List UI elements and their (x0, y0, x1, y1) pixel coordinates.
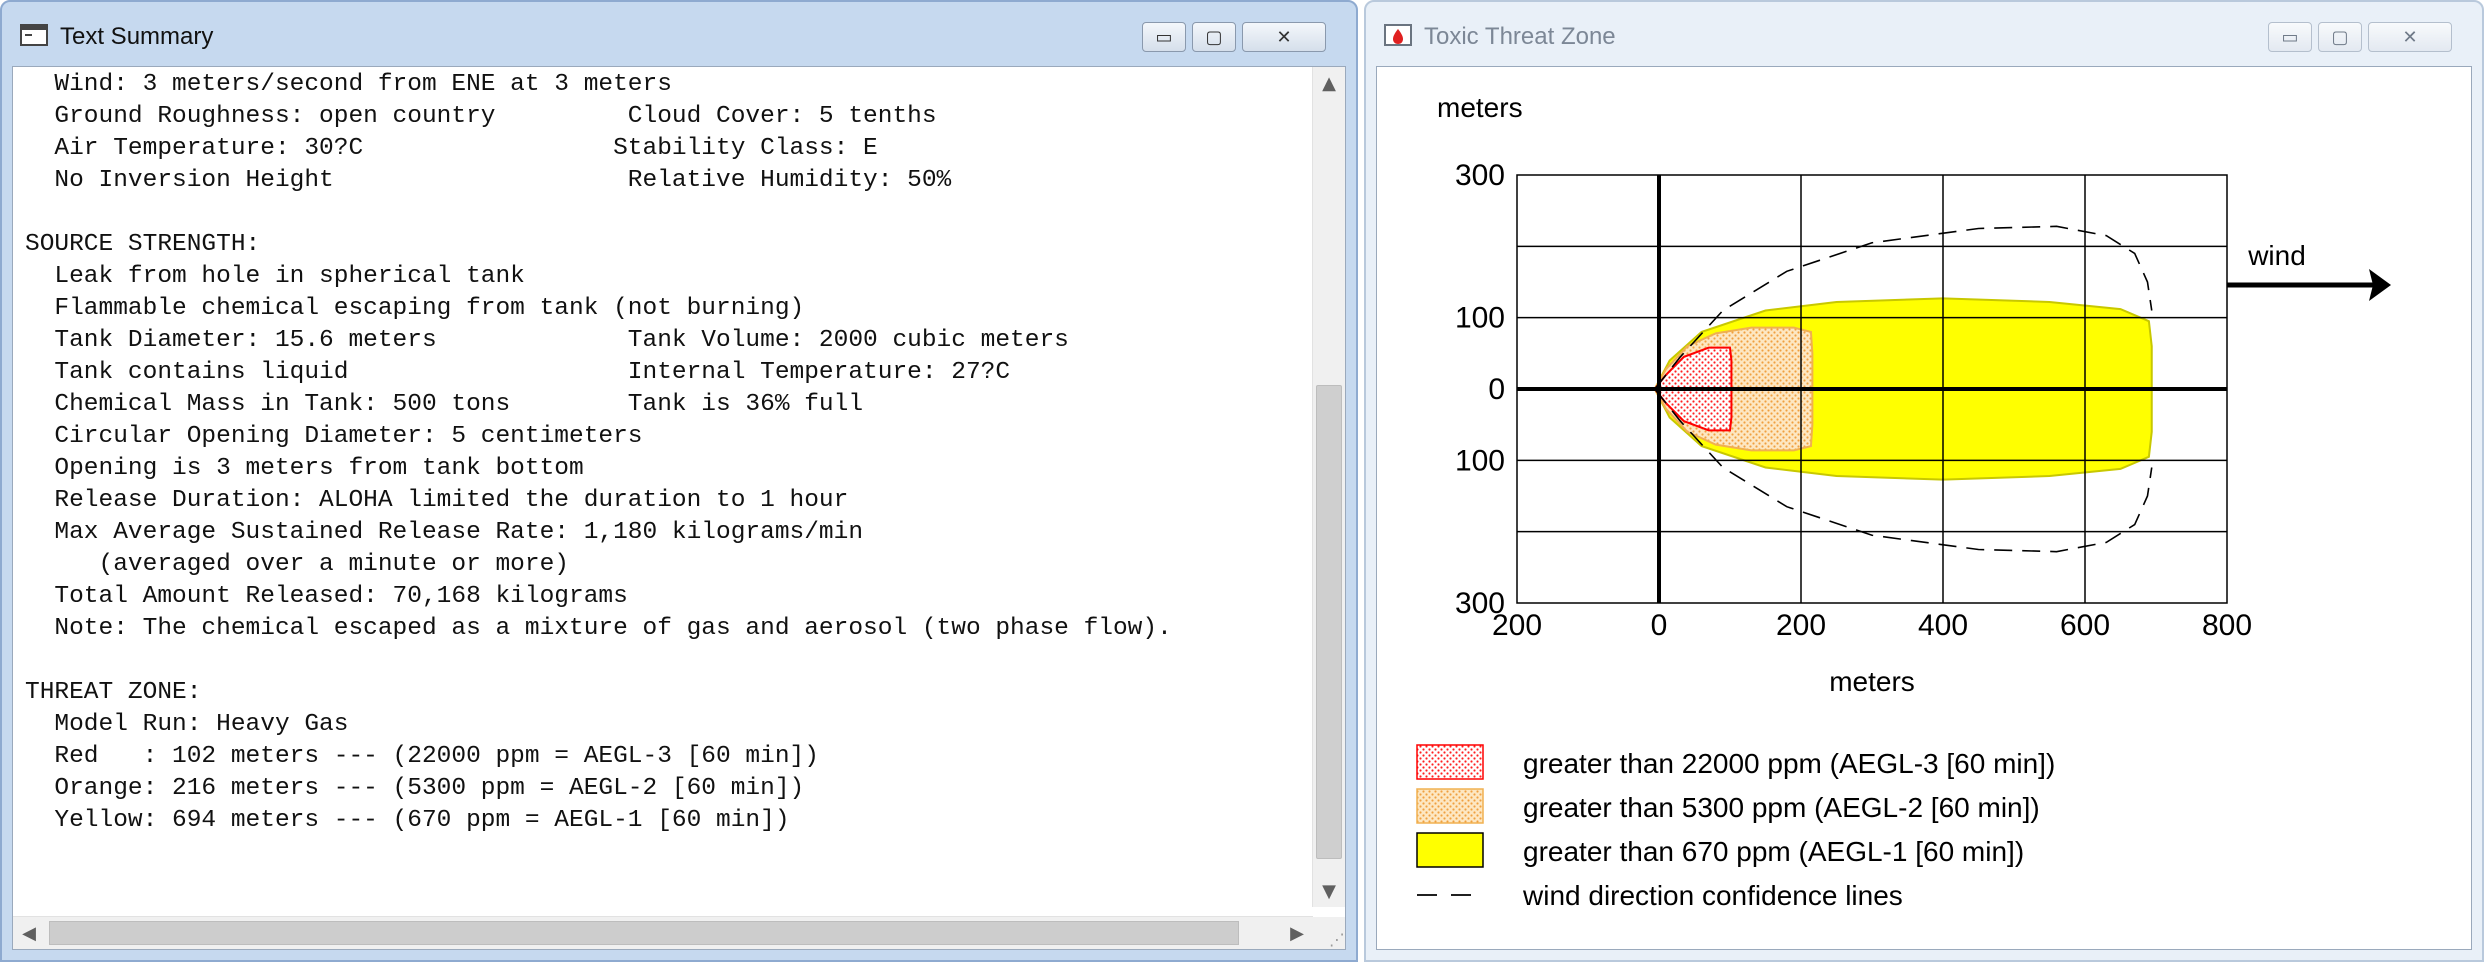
summary-line: THREAT ZONE: (25, 679, 202, 706)
y-tick-label: 300 (1455, 159, 1505, 192)
x-tick-label: 800 (2202, 609, 2252, 642)
summary-line: Chemical Mass in Tank: 500 tons Tank is … (25, 391, 864, 418)
legend-label: greater than 670 ppm (AEGL-1 [60 min]) (1523, 836, 2024, 867)
text-summary-titlebar[interactable]: Text Summary ▭ ▢ ✕ (2, 2, 1356, 66)
window-title: Text Summary (60, 23, 214, 50)
summary-line: Ground Roughness: open country Cloud Cov… (25, 103, 937, 130)
scroll-right-arrow-icon[interactable]: ▶ (1281, 917, 1313, 949)
legend-swatch (1416, 744, 1484, 780)
x-tick-label: 200 (1776, 609, 1826, 642)
resize-grip-icon[interactable]: ⋰ (1313, 917, 1345, 949)
minimize-button[interactable]: ▭ (1142, 22, 1186, 52)
summary-line: Release Duration: ALOHA limited the dura… (25, 487, 849, 514)
summary-line: No Inversion Height Relative Humidity: 5… (25, 167, 952, 194)
y-tick-label: 100 (1455, 302, 1505, 335)
y-tick-label: 100 (1455, 444, 1505, 477)
toxic-threat-zone-window: Toxic Threat Zone ▭ ▢ ✕ meters 300 100 0 100… (1364, 0, 2484, 962)
maximize-button[interactable]: ▢ (2318, 22, 2362, 52)
vertical-scroll-thumb[interactable] (1316, 385, 1342, 859)
horizontal-scroll-thumb[interactable] (49, 921, 1239, 945)
summary-line: Model Run: Heavy Gas (25, 711, 349, 738)
summary-line: Orange: 216 meters --- (5300 ppm = AEGL-… (25, 775, 805, 802)
minimize-icon: ▭ (1155, 26, 1173, 48)
x-tick-label: 200 (1492, 609, 1542, 642)
summary-line: Tank contains liquid Internal Temperatur… (25, 359, 1011, 386)
document-window-icon (20, 24, 48, 46)
threat-zone-titlebar[interactable]: Toxic Threat Zone ▭ ▢ ✕ (1366, 2, 2482, 66)
x-tick-label: 600 (2060, 609, 2110, 642)
summary-line: Max Average Sustained Release Rate: 1,18… (25, 519, 864, 546)
x-tick-label: 0 (1651, 609, 1668, 642)
summary-line: Note: The chemical escaped as a mixture … (25, 615, 1172, 642)
x-tick-label: 400 (1918, 609, 1968, 642)
maximize-button[interactable]: ▢ (1192, 22, 1236, 52)
aloha-app-icon (1384, 24, 1412, 46)
y-tick-label: 0 (1488, 373, 1505, 406)
threat-zone-chart: meters3001000100300200 0 200 400 600 800meter… (1416, 92, 2391, 911)
summary-line: Circular Opening Diameter: 5 centimeters (25, 423, 643, 450)
maximize-icon: ▢ (2331, 26, 2349, 48)
close-icon: ✕ (1276, 26, 1292, 48)
summary-line: (averaged over a minute or more) (25, 551, 570, 578)
summary-text: Wind: 3 meters/second from ENE at 3 mete… (13, 67, 1313, 907)
summary-line: Air Temperature: 30?C Stability Class: E (25, 135, 878, 162)
text-summary-area[interactable]: Wind: 3 meters/second from ENE at 3 mete… (12, 66, 1346, 950)
legend-swatch (1416, 788, 1484, 824)
summary-line: Leak from hole in spherical tank (25, 263, 525, 290)
maximize-icon: ▢ (1205, 26, 1223, 48)
legend-label: greater than 22000 ppm (AEGL-3 [60 min]) (1523, 748, 2055, 779)
close-button[interactable]: ✕ (2368, 22, 2452, 52)
x-axis-title: meters (1829, 666, 1915, 697)
y-axis-title: meters (1437, 92, 1523, 123)
close-icon: ✕ (2402, 26, 2418, 48)
vertical-scrollbar[interactable]: ▲ ▼ (1312, 67, 1345, 907)
summary-line: Opening is 3 meters from tank bottom (25, 455, 584, 482)
legend-swatch (1416, 832, 1484, 868)
legend-label: greater than 5300 ppm (AEGL-2 [60 min]) (1523, 792, 2040, 823)
summary-line: Wind: 3 meters/second from ENE at 3 mete… (25, 71, 672, 98)
summary-line: Red : 102 meters --- (22000 ppm = AEGL-3… (25, 743, 819, 770)
threat-zone-plot-area: meters 300 100 0 100 300 200 0 200 400 600 800 meter… (1376, 66, 2472, 950)
wind-label: wind (2247, 240, 2306, 271)
summary-line: Yellow: 694 meters --- (670 ppm = AEGL-1… (25, 807, 790, 834)
scroll-down-arrow-icon[interactable]: ▼ (1313, 875, 1345, 907)
close-button[interactable]: ✕ (1242, 22, 1326, 52)
summary-line: Tank Diameter: 15.6 meters Tank Volume: … (25, 327, 1069, 354)
summary-line: Total Amount Released: 70,168 kilograms (25, 583, 628, 610)
minimize-icon: ▭ (2281, 26, 2299, 48)
horizontal-scrollbar[interactable]: ◀ ▶ (13, 916, 1313, 949)
minimize-button[interactable]: ▭ (2268, 22, 2312, 52)
window-title: Toxic Threat Zone (1424, 23, 1616, 50)
legend-label: wind direction confidence lines (1522, 880, 1903, 911)
scroll-left-arrow-icon[interactable]: ◀ (13, 917, 45, 949)
summary-line: Flammable chemical escaping from tank (n… (25, 295, 805, 322)
text-summary-window: Text Summary ▭ ▢ ✕ Wind: 3 meters/second… (0, 0, 1358, 962)
scroll-up-arrow-icon[interactable]: ▲ (1313, 67, 1345, 99)
summary-line: SOURCE STRENGTH: (25, 231, 261, 258)
